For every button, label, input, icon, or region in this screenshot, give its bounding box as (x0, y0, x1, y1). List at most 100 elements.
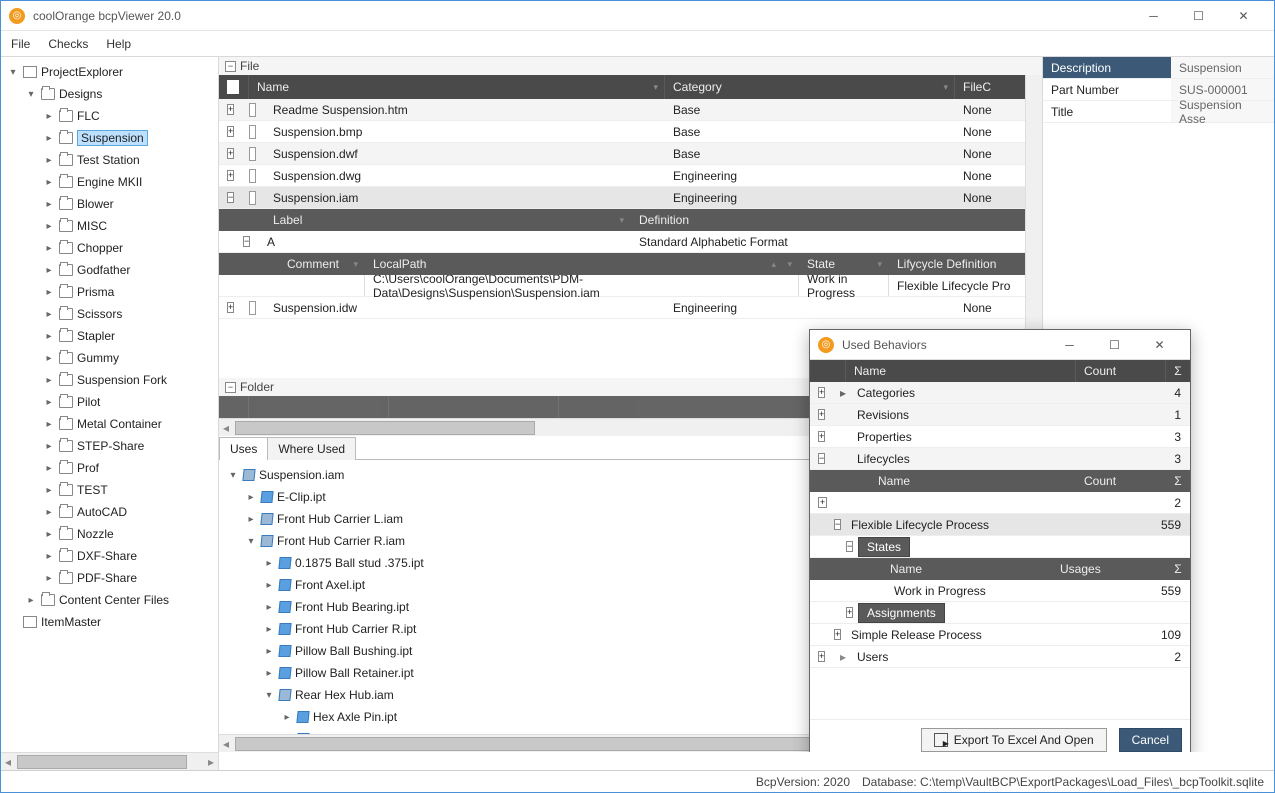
expand-icon[interactable]: ▸ (43, 177, 55, 188)
export-excel-button[interactable]: ▸ Export To Excel And Open (921, 728, 1107, 752)
expand-icon[interactable]: ▸ (43, 573, 55, 584)
menu-help[interactable]: Help (106, 37, 131, 51)
tab-where-used[interactable]: Where Used (267, 437, 356, 460)
expand-icon[interactable]: + (818, 651, 825, 662)
dialog-titlebar[interactable]: ◎ Used Behaviors ─ ☐ ✕ (810, 330, 1190, 360)
file-row[interactable]: +Suspension.bmpBaseNone (219, 121, 1025, 143)
expand-icon[interactable]: ▸ (43, 353, 55, 364)
minimize-button[interactable]: ─ (1131, 1, 1176, 31)
expand-icon[interactable]: ▸ (263, 668, 275, 679)
expand-icon[interactable]: ▸ (43, 441, 55, 452)
file-row[interactable]: +Suspension.idwEngineeringNone (219, 297, 1025, 319)
collapse-icon[interactable]: ▾ (263, 690, 275, 701)
popup-row[interactable]: +Properties3 (810, 426, 1190, 448)
tree-item[interactable]: ▸DXF-Share (3, 545, 216, 567)
col-sigma[interactable]: Σ (1166, 360, 1190, 382)
collapse-icon[interactable]: ▾ (227, 470, 239, 481)
expand-icon[interactable]: + (227, 148, 234, 159)
file-row[interactable]: +Readme Suspension.htmBaseNone (219, 99, 1025, 121)
scrollbar-thumb[interactable] (235, 421, 535, 435)
expand-icon[interactable]: + (818, 431, 825, 442)
tree-item[interactable]: ▸Prisma (3, 281, 216, 303)
filter-icon[interactable]: ▾ (653, 82, 658, 93)
tree-item[interactable]: ▸PDF-Share (3, 567, 216, 589)
tree-item[interactable]: ▸AutoCAD (3, 501, 216, 523)
dialog-minimize-button[interactable]: ─ (1047, 330, 1092, 360)
tree-item[interactable]: ▸Godfather (3, 259, 216, 281)
icon-column[interactable] (219, 75, 249, 99)
col-count[interactable]: Count (1076, 360, 1166, 382)
expand-icon[interactable]: + (834, 629, 841, 640)
tree-item[interactable]: ▸MISC (3, 215, 216, 237)
tree-root[interactable]: ▾ ProjectExplorer (3, 61, 216, 83)
popup-row-assignments[interactable]: + Assignments (810, 602, 1190, 624)
expand-icon[interactable]: ▸ (43, 265, 55, 276)
menu-file[interactable]: File (11, 37, 30, 51)
col-name[interactable]: Name▾ (249, 75, 665, 99)
expand-icon[interactable]: ▸ (43, 463, 55, 474)
expand-icon[interactable]: + (227, 302, 234, 313)
expand-icon[interactable]: + (818, 409, 825, 420)
collapse-icon[interactable]: − (225, 61, 236, 72)
expand-icon[interactable]: ▸ (43, 287, 55, 298)
collapse-icon[interactable]: ▾ (245, 536, 257, 547)
expand-icon[interactable]: + (227, 104, 234, 115)
expand-icon[interactable]: ▸ (43, 133, 55, 144)
tree-item[interactable]: ▸Engine MKII (3, 171, 216, 193)
collapse-icon[interactable]: ▾ (25, 89, 37, 100)
expand-icon[interactable]: ▸ (43, 221, 55, 232)
expand-icon[interactable]: ▸ (43, 397, 55, 408)
expand-icon[interactable]: ▸ (43, 243, 55, 254)
expand-icon[interactable]: ▸ (43, 529, 55, 540)
tree-item[interactable]: ▸FLC (3, 105, 216, 127)
sidebar-hscroll[interactable]: ◂ ▸ (1, 752, 219, 770)
file-row[interactable]: −Suspension.iamEngineeringNone (219, 187, 1025, 209)
expand-icon[interactable]: ▸ (43, 111, 55, 122)
tree-designs[interactable]: ▾ Designs (3, 83, 216, 105)
expand-icon[interactable]: + (227, 170, 234, 181)
expand-icon[interactable]: ▸ (43, 331, 55, 342)
expand-icon[interactable]: ▸ (281, 712, 293, 723)
tree-item[interactable]: ▸TEST (3, 479, 216, 501)
popup-row[interactable]: +▸Categories4 (810, 382, 1190, 404)
collapse-icon[interactable]: ▾ (7, 67, 19, 78)
expand-icon[interactable]: ▸ (245, 514, 257, 525)
expand-icon[interactable]: ▸ (43, 155, 55, 166)
expand-icon[interactable]: ▸ (263, 558, 275, 569)
expand-icon[interactable]: + (227, 126, 234, 137)
cancel-button[interactable]: Cancel (1119, 728, 1182, 752)
maximize-button[interactable]: ☐ (1176, 1, 1221, 31)
col-category[interactable]: Category▾ (665, 75, 955, 99)
tree-item[interactable]: ▸Suspension (3, 127, 216, 149)
expand-icon[interactable]: ▸ (263, 646, 275, 657)
popup-row[interactable]: −Lifecycles3 (810, 448, 1190, 470)
expand-icon[interactable]: ▸ (43, 485, 55, 496)
expand-icon[interactable]: ▸ (43, 551, 55, 562)
popup-row-flp[interactable]: − Flexible Lifecycle Process 559 (810, 514, 1190, 536)
filter-icon[interactable]: ▾ (943, 82, 948, 93)
collapse-icon[interactable]: − (243, 236, 250, 247)
expand-icon[interactable]: ▸ (43, 375, 55, 386)
expand-icon[interactable]: ▸ (43, 199, 55, 210)
used-behaviors-dialog[interactable]: ◎ Used Behaviors ─ ☐ ✕ Name Count Σ +▸Ca… (809, 329, 1191, 752)
tree-item[interactable]: ▸Prof (3, 457, 216, 479)
file-row[interactable]: +Suspension.dwfBaseNone (219, 143, 1025, 165)
tree-item[interactable]: ▸Gummy (3, 347, 216, 369)
expand-icon[interactable]: ▸ (263, 602, 275, 613)
expand-icon[interactable]: + (818, 497, 827, 508)
collapse-icon[interactable]: − (834, 519, 841, 530)
tree-item[interactable]: ▸Blower (3, 193, 216, 215)
tree-item[interactable]: ▸Test Station (3, 149, 216, 171)
expand-icon[interactable]: + (846, 607, 853, 618)
expand-icon[interactable]: + (818, 387, 825, 398)
tree-item[interactable]: ▸STEP-Share (3, 435, 216, 457)
tree-ccf[interactable]: ▸ Content Center Files (3, 589, 216, 611)
collapse-icon[interactable]: − (227, 192, 234, 203)
tree-itemmaster[interactable]: ItemMaster (3, 611, 216, 633)
close-button[interactable]: ✕ (1221, 1, 1266, 31)
tree-item[interactable]: ▸Chopper (3, 237, 216, 259)
popup-row[interactable]: +Revisions1 (810, 404, 1190, 426)
popup-row-states[interactable]: − States (810, 536, 1190, 558)
project-explorer-tree[interactable]: ▾ ProjectExplorer ▾ Designs ▸FLC▸Suspens… (1, 57, 219, 752)
collapse-icon[interactable]: − (818, 453, 825, 464)
